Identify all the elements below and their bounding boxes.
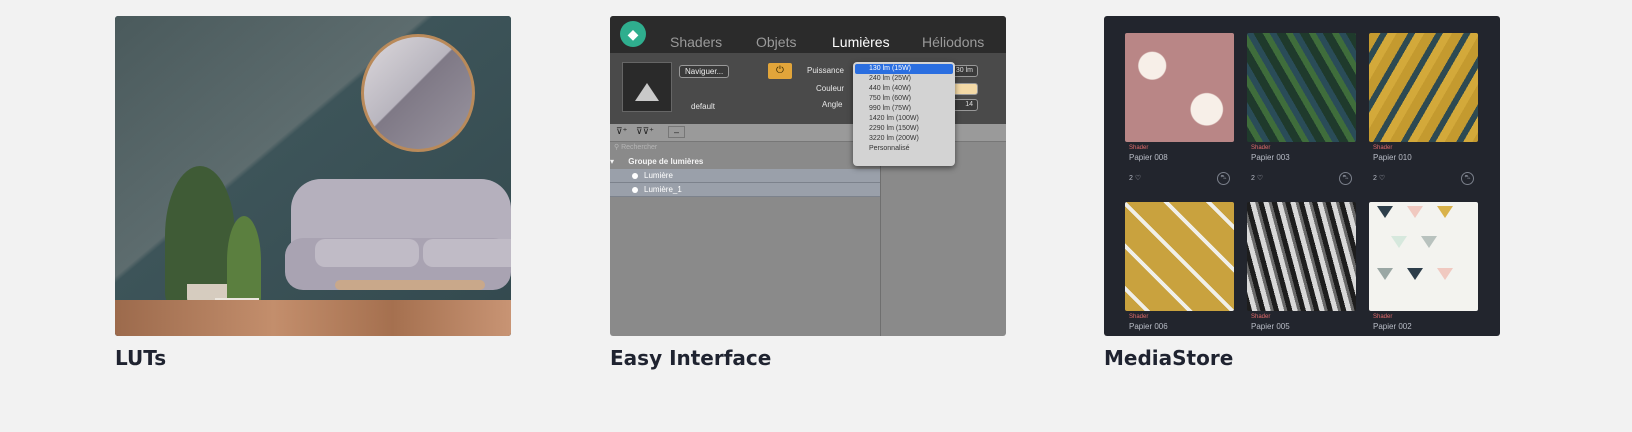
heart-icon[interactable]: ♡ (1135, 175, 1141, 182)
light-item-label: Lumière_1 (644, 185, 682, 194)
dropdown-option[interactable]: Personnalisé (855, 144, 953, 154)
dropdown-option[interactable]: 1420 lm (100W) (855, 114, 953, 124)
triangle-pattern (1377, 206, 1393, 218)
round-mirror (361, 34, 475, 152)
color-label: Couleur (816, 84, 845, 93)
tile-name: Papier 005 (1251, 322, 1290, 331)
easy-interface-screenshot[interactable]: ◆ Shaders Objets Lumières Héliodons Navi… (610, 16, 1006, 336)
likes-value: 2 (1129, 175, 1133, 182)
dropdown-option[interactable]: 130 lm (15W) (855, 64, 953, 74)
shader-tile[interactable] (1369, 33, 1478, 142)
card-luts[interactable]: LUTs (115, 16, 511, 370)
likes-count: 2 ♡ (1251, 174, 1263, 182)
power-label: Puissance (807, 66, 844, 75)
coffee-table (335, 280, 485, 290)
triangle-pattern (1421, 236, 1437, 248)
add-group-icon[interactable]: ⊽⊽⁺ (636, 126, 654, 137)
add-light-icon[interactable]: ⊽⁺ (616, 126, 627, 137)
light-item[interactable]: Lumière_1 (610, 183, 880, 197)
light-preview (622, 62, 672, 112)
light-dot-icon (632, 186, 638, 193)
plant (227, 216, 261, 306)
likes-count: 2 ♡ (1129, 174, 1141, 182)
shader-tile[interactable] (1247, 33, 1356, 142)
dropdown-option[interactable]: 240 lm (25W) (855, 74, 953, 84)
tile-type: Shader (1129, 314, 1149, 320)
dropdown-option[interactable]: 440 lm (40W) (855, 84, 953, 94)
sofa-cushion (423, 239, 511, 267)
tile-type: Shader (1251, 145, 1271, 151)
sofa-cushion (315, 239, 419, 267)
tile-name: Papier 008 (1129, 153, 1168, 162)
search-placeholder: Rechercher (621, 144, 658, 151)
dropdown-option[interactable]: 750 lm (60W) (855, 94, 953, 104)
triangle-pattern (1391, 236, 1407, 248)
tile-name: Papier 006 (1129, 322, 1168, 331)
dropdown-option[interactable]: 3220 lm (200W) (855, 134, 953, 144)
light-item[interactable]: Lumière (610, 169, 880, 183)
likes-value: 2 (1373, 175, 1377, 182)
cart-icon[interactable]: ⛍ (1339, 172, 1352, 185)
tab-heliodons[interactable]: Héliodons (922, 34, 984, 50)
cart-icon[interactable]: ⛍ (1217, 172, 1230, 185)
shader-tile[interactable] (1125, 33, 1234, 142)
heart-icon[interactable]: ♡ (1379, 175, 1385, 182)
tab-objets[interactable]: Objets (756, 34, 796, 50)
tile-name: Papier 002 (1373, 322, 1412, 331)
heart-icon[interactable]: ♡ (1257, 175, 1263, 182)
card-title[interactable]: LUTs (115, 346, 511, 370)
group-label: Groupe de lumières (628, 157, 704, 166)
triangle-pattern (1437, 206, 1453, 218)
tile-type: Shader (1251, 314, 1271, 320)
shader-tile[interactable] (1125, 202, 1234, 311)
tab-lumieres[interactable]: Lumières (832, 34, 890, 50)
mediastore-screenshot[interactable]: Shader Papier 008 2 ♡ ⛍ Shader Papier 00… (1104, 16, 1500, 336)
navigate-button[interactable]: Naviguer... (679, 65, 730, 78)
triangle-pattern (1437, 268, 1453, 280)
power-dropdown[interactable]: 130 lm (15W) 240 lm (25W) 440 lm (40W) 7… (853, 62, 955, 166)
angle-label: Angle (822, 100, 843, 109)
luts-image[interactable] (115, 16, 511, 336)
dropdown-option[interactable]: 990 lm (75W) (855, 104, 953, 114)
wood-floor (115, 300, 511, 336)
triangle-pattern (1407, 206, 1423, 218)
tile-name: Papier 010 (1373, 153, 1412, 162)
triangle-pattern (1377, 268, 1393, 280)
search-input[interactable]: ⚲ Rechercher (614, 143, 694, 153)
triangle-pattern (1407, 268, 1423, 280)
tile-name: Papier 003 (1251, 153, 1290, 162)
remove-icon[interactable]: – (668, 126, 686, 138)
card-title[interactable]: MediaStore (1104, 346, 1500, 370)
likes-count: 2 ♡ (1373, 174, 1385, 182)
card-title[interactable]: Easy Interface (610, 346, 1006, 370)
card-easy-interface[interactable]: ◆ Shaders Objets Lumières Héliodons Navi… (610, 16, 1006, 370)
diamond-logo-icon: ◆ (620, 21, 646, 47)
light-dot-icon (632, 172, 638, 179)
panel-divider (880, 141, 881, 336)
shader-tile[interactable] (1369, 202, 1478, 311)
shader-tile[interactable] (1247, 202, 1356, 311)
dropdown-option[interactable]: 2290 lm (150W) (855, 124, 953, 134)
power-icon[interactable]: ⏻ (768, 63, 792, 79)
likes-value: 2 (1251, 175, 1255, 182)
tile-type: Shader (1373, 314, 1393, 320)
preview-label: default (691, 102, 716, 111)
light-item-label: Lumière (644, 171, 673, 180)
tile-type: Shader (1129, 145, 1149, 151)
tile-type: Shader (1373, 145, 1393, 151)
cart-icon[interactable]: ⛍ (1461, 172, 1474, 185)
card-mediastore[interactable]: Shader Papier 008 2 ♡ ⛍ Shader Papier 00… (1104, 16, 1500, 370)
tab-shaders[interactable]: Shaders (670, 34, 722, 50)
